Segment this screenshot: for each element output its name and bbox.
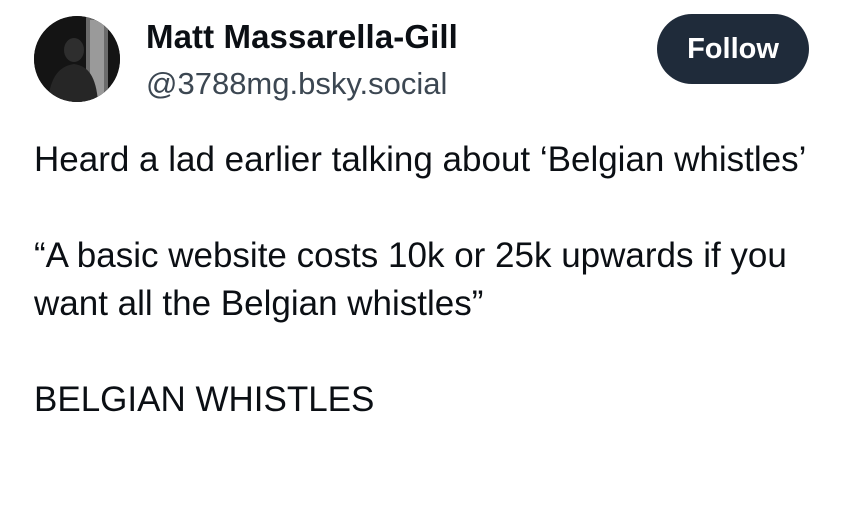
avatar[interactable]: [34, 16, 120, 102]
author-name[interactable]: Matt Massarella-Gill: [146, 18, 458, 56]
avatar-photo: [34, 16, 120, 102]
author-handle[interactable]: @3788mg.bsky.social: [146, 66, 447, 102]
follow-button[interactable]: Follow: [657, 14, 809, 84]
post-card: Matt Massarella-Gill @3788mg.bsky.social…: [0, 0, 843, 532]
post-text: Heard a lad earlier talking about ‘Belgi…: [34, 136, 824, 424]
post-paragraph: Heard a lad earlier talking about ‘Belgi…: [34, 140, 807, 179]
post-paragraph: “A basic website costs 10k or 25k upward…: [34, 236, 797, 323]
post-paragraph: BELGIAN WHISTLES: [34, 380, 375, 419]
